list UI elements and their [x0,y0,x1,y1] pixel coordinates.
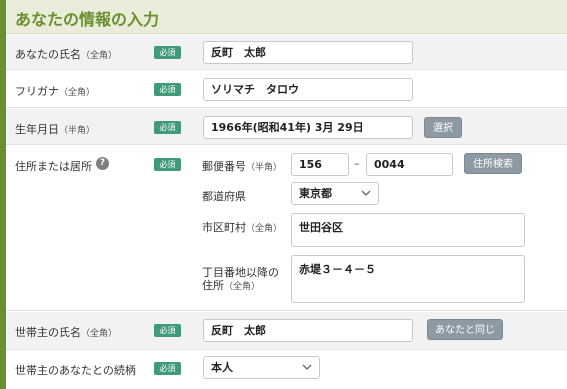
required-badge: 必須 [154,121,181,134]
page-title: あなたの情報の入力 [15,10,160,29]
row-furigana: フリガナ（全角） 必須 ソリマチ タロウ [6,71,567,108]
furigana-label: フリガナ（全角） [15,85,96,98]
relation-value: 本人 [211,361,233,374]
relation-select[interactable]: 本人 [203,356,320,379]
required-badge: 必須 [154,158,181,171]
chevron-down-icon [302,364,312,370]
householder-input[interactable]: 反町 太郎 [203,319,413,342]
required-badge: 必須 [154,324,181,337]
street-label-line2: 住所（全角） [202,279,261,292]
postal-code-label: 郵便番号（半角） [202,160,283,173]
chevron-down-icon [361,190,371,196]
row-birthdate: 生年月日（半角） 必須 1966年(昭和41年) 3月 29日 選択 [6,109,567,145]
address-search-button[interactable]: 住所検索 [464,153,522,174]
date-select-button[interactable]: 選択 [424,117,462,138]
prefecture-select[interactable]: 東京都 [291,182,379,205]
required-badge: 必須 [154,46,181,59]
required-badge: 必須 [154,362,181,375]
section-header: あなたの情報の入力 [6,0,567,34]
birthdate-label: 生年月日（半角） [15,123,96,136]
help-icon[interactable]: ? [96,157,109,170]
prefecture-value: 東京都 [299,187,332,200]
same-as-you-button[interactable]: あなたと同じ [427,319,503,340]
householder-label: 世帯主の氏名（全角） [15,326,118,339]
prefecture-label: 都道府県 [202,190,246,203]
name-input[interactable]: 反町 太郎 [203,41,413,64]
required-badge: 必須 [154,83,181,96]
row-householder: 世帯主の氏名（全角） 必須 反町 太郎 あなたと同じ [6,312,567,350]
relation-label: 世帯主のあなたとの続柄 [15,364,136,377]
city-input[interactable]: 世田谷区 [291,213,525,247]
city-label: 市区町村（全角） [202,221,283,234]
furigana-input[interactable]: ソリマチ タロウ [203,78,413,101]
row-relation: 世帯主のあなたとの続柄 必須 本人 [6,351,567,389]
row-name: あなたの氏名（全角） 必須 反町 太郎 [6,35,567,70]
address-label: 住所または居所 [15,160,92,173]
postal-code-second-input[interactable]: 0044 [366,153,453,176]
name-label: あなたの氏名（全角） [15,48,118,61]
postal-code-first-input[interactable]: 156 [291,153,349,176]
postal-dash: – [354,157,360,170]
street-address-input[interactable]: 赤堤３－４－５ [291,255,525,303]
row-address: 住所または居所 ? 必須 郵便番号（半角） 156 – 0044 住所検索 都道… [6,146,567,311]
birthdate-input[interactable]: 1966年(昭和41年) 3月 29日 [203,116,413,139]
